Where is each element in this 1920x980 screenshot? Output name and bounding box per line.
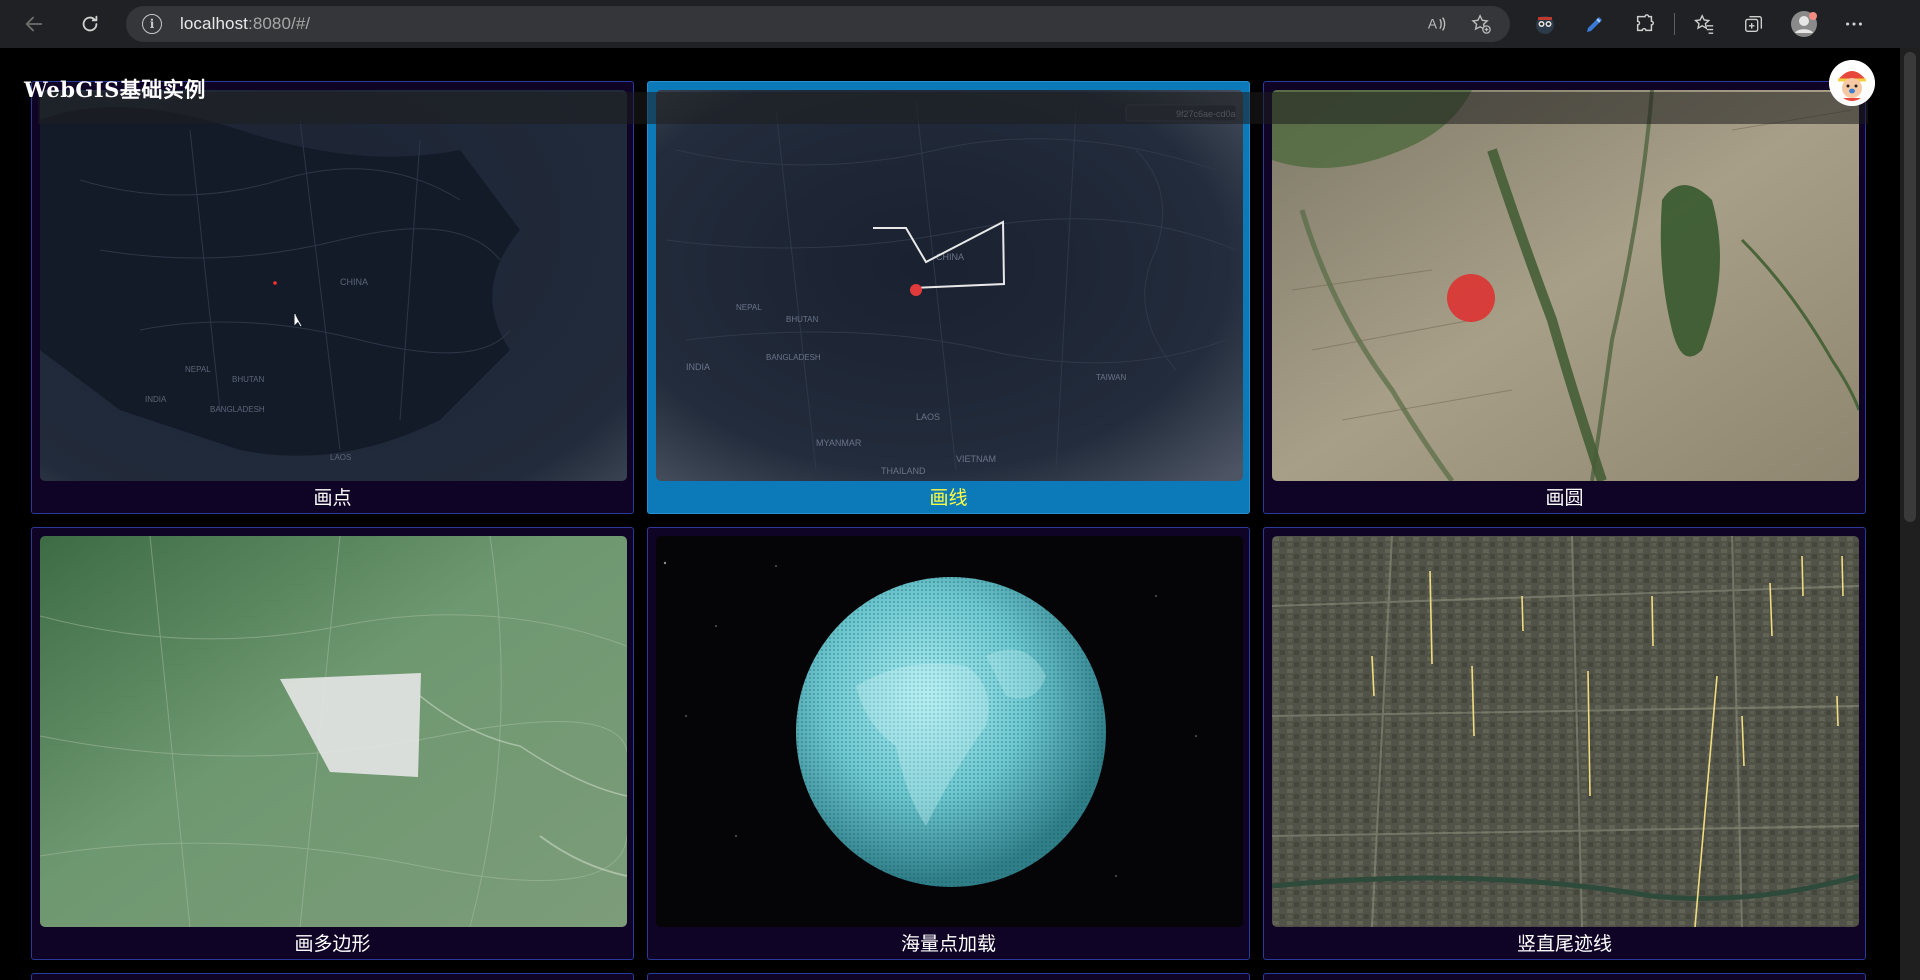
collections-icon[interactable] (1729, 0, 1779, 48)
pen-icon[interactable] (1570, 0, 1620, 48)
map-label-laos: LAOS (330, 453, 351, 462)
map-label-taiwan: TAIWAN (1096, 373, 1126, 382)
refresh-icon[interactable] (68, 2, 112, 46)
card-draw-polygon[interactable]: 画多边形 (31, 527, 634, 960)
card-label: 画点 (313, 487, 352, 509)
card-partial[interactable] (1263, 973, 1866, 980)
card-label: 海量点加载 (900, 933, 996, 955)
page-content: CHINA INDIA NEPAL BHUTAN BANGLADESH LAOS… (0, 48, 1900, 980)
svg-text:A: A (1428, 17, 1438, 32)
card-thumbnail: CHINA INDIA NEPAL BHUTAN BANGLADESH LAOS… (656, 90, 1243, 481)
card-thumbnail (40, 536, 627, 927)
page-scrollbar[interactable] (1900, 48, 1920, 980)
browser-toolbar: i localhost:8080/#/ A (0, 0, 1920, 48)
map-label-china: CHINA (340, 277, 368, 287)
card-vertical-trails[interactable]: 竖直尾迹线 (1263, 527, 1866, 960)
card-partial[interactable] (31, 973, 634, 980)
back-arrow-icon[interactable] (12, 2, 56, 46)
card-draw-circle[interactable]: 画圆 (1263, 81, 1866, 514)
map-label-myanmar: MYANMAR (816, 438, 862, 448)
map-label-bhutan: BHUTAN (232, 375, 265, 384)
scrollbar-thumb[interactable] (1904, 52, 1916, 522)
map-label-nepal: NEPAL (185, 365, 211, 374)
more-icon[interactable] (1829, 0, 1879, 48)
url-text[interactable]: localhost:8080/#/ (180, 14, 310, 34)
extension-icon[interactable] (1520, 0, 1570, 48)
card-thumbnail (656, 536, 1243, 927)
page-header: WebGIS基础实例 (0, 48, 1900, 124)
avatar[interactable] (1829, 60, 1875, 106)
address-bar[interactable]: i localhost:8080/#/ A (126, 6, 1510, 42)
map-label-india: INDIA (145, 395, 167, 404)
card-thumbnail (1272, 90, 1859, 481)
card-massive-points[interactable]: 海量点加载 (647, 527, 1250, 960)
map-label-laos: LAOS (916, 412, 940, 422)
map-label-bangladesh: BANGLADESH (210, 405, 265, 414)
map-label-bangladesh: BANGLADESH (766, 353, 821, 362)
card-label: 竖直尾迹线 (1516, 933, 1612, 955)
map-label-thailand: THAILAND (881, 466, 926, 476)
card-draw-line[interactable]: CHINA INDIA NEPAL BHUTAN BANGLADESH LAOS… (647, 81, 1250, 514)
card-draw-point[interactable]: CHINA INDIA NEPAL BHUTAN BANGLADESH LAOS… (31, 81, 634, 514)
puzzle-icon[interactable] (1620, 0, 1670, 48)
map-label-india: INDIA (686, 362, 710, 372)
url-host: localhost (180, 14, 248, 33)
card-label: 画多边形 (294, 933, 371, 955)
card-label: 画线 (929, 487, 968, 509)
header-overlay (38, 92, 1868, 124)
read-aloud-icon[interactable]: A (1426, 13, 1448, 35)
card-label: 画圆 (1545, 487, 1584, 509)
card-thumbnail (1272, 536, 1859, 927)
profile-icon[interactable] (1779, 0, 1829, 48)
info-icon[interactable]: i (142, 14, 162, 34)
map-label-nepal: NEPAL (736, 303, 762, 312)
map-label-vietnam: VIETNAM (956, 454, 996, 464)
add-favorite-icon[interactable] (1470, 13, 1492, 35)
map-label-bhutan: BHUTAN (786, 315, 819, 324)
favorites-icon[interactable] (1679, 0, 1729, 48)
card-partial[interactable] (647, 973, 1250, 980)
page-title: WebGIS基础实例 (24, 77, 206, 102)
url-path: :8080/#/ (248, 14, 311, 33)
toolbar-divider (1674, 13, 1675, 35)
card-thumbnail: CHINA INDIA NEPAL BHUTAN BANGLADESH LAOS (40, 90, 627, 481)
